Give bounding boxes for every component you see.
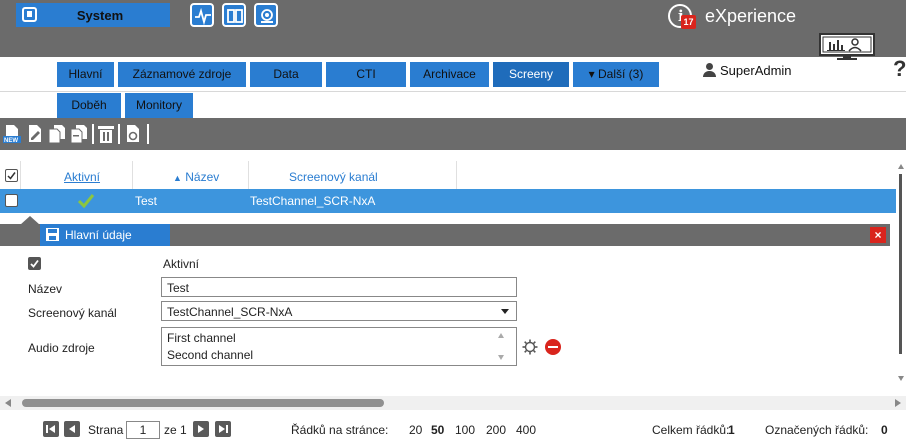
detail-tab-hlavni-udaje[interactable]: Hlavní údaje — [40, 224, 170, 246]
channel-select-value: TestChannel_SCR-NxA — [167, 305, 293, 319]
tab-dobeh[interactable]: Doběh — [57, 93, 121, 118]
active-label: Aktivní — [163, 257, 200, 271]
column-header-nazev[interactable]: ▲ Název — [173, 170, 219, 184]
pager: Strana 1 ze 1 Řádků na stránce: 20 50 10… — [0, 414, 906, 443]
column-separator — [248, 161, 249, 189]
tab-data[interactable]: Data — [250, 62, 322, 87]
tab-screeny[interactable]: Screeny — [493, 62, 569, 87]
duplicate-icon[interactable] — [70, 124, 88, 144]
next-page-icon[interactable] — [193, 421, 209, 437]
rows-per-page-label: Řádků na stránce: — [291, 423, 389, 437]
column-separator — [20, 161, 21, 189]
column-header-nazev-label: Název — [185, 170, 220, 184]
toolbar-separator — [118, 124, 120, 144]
selected-rows-label: Označených řádků: — [765, 423, 869, 437]
table-row[interactable]: Test TestChannel_SCR-NxA — [0, 189, 896, 213]
total-rows-value: 1 — [728, 423, 735, 437]
select-all-checkbox[interactable] — [5, 169, 18, 182]
column-separator — [132, 161, 133, 189]
export-icon[interactable] — [124, 124, 142, 144]
tab-cti[interactable]: CTI — [326, 62, 406, 87]
new-icon[interactable]: NEW — [3, 124, 21, 144]
svg-text:NEW: NEW — [4, 138, 18, 144]
scrollbar-thumb[interactable] — [22, 399, 384, 407]
column-header-screenovy-kanal[interactable]: Screenový kanál — [289, 170, 378, 184]
column-separator — [456, 161, 457, 189]
camera-icon[interactable] — [254, 3, 278, 27]
toolbar-separator — [147, 124, 149, 144]
scroll-up-icon[interactable] — [898, 164, 904, 169]
tab-zaznamove-zdroje[interactable]: Záznamové zdroje — [118, 62, 246, 87]
list-item[interactable]: Second channel — [167, 348, 253, 362]
name-input[interactable]: Test — [161, 277, 517, 297]
channel-select[interactable]: TestChannel_SCR-NxA — [161, 301, 517, 321]
page-label: Strana — [88, 423, 124, 437]
active-check-icon — [77, 194, 95, 209]
scroll-right-icon[interactable] — [895, 399, 901, 407]
notification-badge: 17 — [681, 15, 696, 29]
prev-page-icon[interactable] — [64, 421, 80, 437]
tab-dalsi-dropdown[interactable]: ▾ Další (3) — [573, 62, 659, 87]
toolbar: NEW — [0, 118, 906, 150]
monitoring-wave-icon[interactable] — [190, 3, 214, 27]
horizontal-scrollbar[interactable] — [0, 396, 906, 410]
list-item[interactable]: First channel — [167, 331, 236, 345]
tab-monitory[interactable]: Monitory — [125, 93, 193, 118]
scroll-down-icon[interactable] — [498, 355, 504, 360]
scrollbar-thumb[interactable] — [899, 174, 902, 354]
user-menu[interactable]: SuperAdmin — [703, 63, 792, 78]
page-of-label: ze 1 — [164, 423, 187, 437]
name-label: Název — [28, 282, 63, 296]
column-header-aktivni[interactable]: Aktivní — [64, 170, 100, 184]
top-bar: System i 17 eXperience — [0, 0, 906, 57]
row-checkbox[interactable] — [5, 194, 18, 207]
detail-tab-label: Hlavní údaje — [65, 228, 132, 242]
scroll-down-icon[interactable] — [898, 376, 904, 381]
channel-label: Screenový kanál — [28, 306, 117, 320]
system-menu-button[interactable]: System — [16, 3, 170, 27]
close-icon[interactable]: × — [870, 227, 886, 243]
brand-name: eXperience — [705, 6, 797, 26]
active-checkbox[interactable] — [28, 257, 41, 270]
divider — [0, 91, 906, 92]
edit-icon[interactable] — [26, 124, 44, 144]
delete-icon[interactable] — [97, 124, 115, 144]
book-icon[interactable] — [222, 3, 246, 27]
row-name: Test — [135, 194, 158, 208]
save-icon — [46, 228, 59, 241]
user-name: SuperAdmin — [720, 63, 792, 78]
audio-label: Audio zdroje — [28, 341, 95, 355]
scroll-left-icon[interactable] — [5, 399, 11, 407]
chevron-down-icon — [501, 309, 509, 314]
user-icon — [703, 63, 716, 77]
vertical-scrollbar[interactable] — [896, 150, 906, 390]
row-channel: TestChannel_SCR-NxA — [250, 194, 376, 208]
scroll-up-icon[interactable] — [498, 333, 504, 338]
rows-option-20[interactable]: 20 — [409, 423, 422, 437]
copy-icon[interactable] — [48, 124, 66, 144]
tab-hlavni[interactable]: Hlavní — [57, 62, 114, 87]
rows-option-400[interactable]: 400 — [516, 423, 536, 437]
remove-icon[interactable] — [545, 339, 561, 355]
total-rows-label: Celkem řádků: — [652, 423, 730, 437]
audio-sources-list[interactable]: First channel Second channel — [161, 327, 517, 366]
page-input[interactable]: 1 — [126, 421, 160, 439]
first-page-icon[interactable] — [43, 421, 59, 437]
tab-archivace[interactable]: Archivace — [410, 62, 489, 87]
system-label: System — [76, 8, 124, 23]
sort-asc-icon: ▲ — [173, 173, 182, 183]
toolbar-separator — [92, 124, 94, 144]
rows-option-100[interactable]: 100 — [455, 423, 475, 437]
last-page-icon[interactable] — [215, 421, 231, 437]
rows-option-200[interactable]: 200 — [486, 423, 506, 437]
gear-icon[interactable] — [522, 339, 538, 355]
selected-rows-value: 0 — [881, 423, 888, 437]
monitor-icon[interactable] — [819, 30, 875, 60]
help-icon[interactable]: ? — [893, 56, 906, 82]
rows-option-50[interactable]: 50 — [431, 423, 444, 437]
grid-header: Aktivní ▲ Název Screenový kanál — [0, 161, 896, 189]
